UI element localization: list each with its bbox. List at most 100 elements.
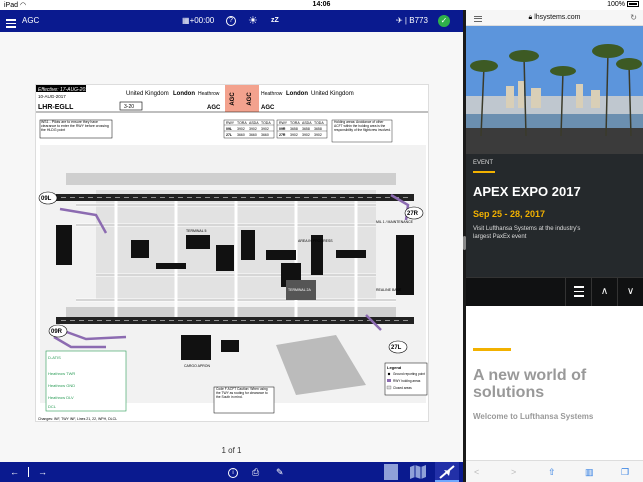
document-viewport[interactable]: Effective: 17-AUG-2017 10-AUG-2017 LHR-E…: [0, 32, 463, 462]
svg-text:3658: 3658: [314, 127, 322, 131]
sync-check-icon[interactable]: ✓: [438, 15, 450, 27]
svg-text:3902: 3902: [314, 133, 322, 137]
info-button[interactable]: i: [228, 462, 238, 482]
document-title: AGC: [22, 16, 40, 25]
chart-viewer-app: AGC ▦+00:00 ? ☀ zZ ✈ | B773 ✓ Effective:…: [0, 10, 463, 482]
svg-text:Heathrow DLV: Heathrow DLV: [48, 395, 74, 400]
svg-text:3902: 3902: [261, 127, 269, 131]
svg-text:3902: 3902: [302, 133, 310, 137]
document-icon[interactable]: [384, 464, 398, 480]
svg-text:3660: 3660: [249, 133, 257, 137]
status-bar: iPad ◠ 14:06 100%: [0, 0, 643, 10]
sleep-icon[interactable]: zZ: [271, 10, 279, 32]
print-icon[interactable]: ⎙: [252, 462, 259, 482]
frequency-box: [45, 350, 127, 412]
info-icon: i: [228, 467, 238, 478]
clearance-note: WS1 - Pilots are to ensure they have cle…: [41, 120, 109, 132]
battery-indicator: 100%: [607, 1, 639, 8]
effective-text: Effective: 17-AUG-2017: [38, 87, 91, 93]
maintenance-base-label: REALINE BASE: [376, 288, 402, 292]
svg-text:3658: 3658: [290, 127, 298, 131]
svg-text:DCL: DCL: [48, 404, 57, 409]
top-toolbar: AGC ▦+00:00 ? ☀ zZ ✈ | B773 ✓: [0, 10, 463, 32]
help-button[interactable]: ?: [226, 10, 236, 32]
svg-text:09L: 09L: [41, 196, 52, 202]
browser-forward-icon[interactable]: >: [511, 461, 516, 482]
svg-text:3902: 3902: [249, 127, 257, 131]
back-arrow-icon[interactable]: ←: [10, 462, 19, 482]
airport-left: Heathrow: [198, 91, 220, 97]
promo-subtitle: Welcome to Lufthansa Systems: [473, 412, 594, 421]
calendar-icon: ▦: [182, 16, 190, 25]
menu-icon-site[interactable]: [565, 278, 591, 306]
palm-trees-skyline-image: [466, 26, 643, 154]
browser-back-icon[interactable]: <: [474, 461, 479, 482]
airport-chart-tab-icon[interactable]: [435, 462, 459, 482]
carousel-controls: ∧ ∨: [466, 277, 643, 306]
chart-type-left: AGC: [207, 105, 221, 111]
svg-text:27R: 27R: [279, 133, 286, 137]
battery-icon: [627, 1, 639, 8]
tabs-icon[interactable]: ❐: [621, 461, 629, 482]
flight-selector[interactable]: ✈ | B773: [396, 10, 428, 32]
legend-item-closed: Closed areas: [393, 386, 412, 390]
terminal-2a-label: TERMINAL 2A: [288, 288, 311, 292]
svg-text:3660: 3660: [261, 133, 269, 137]
svg-text:09L: 09L: [226, 127, 233, 131]
svg-text:TODA: TODA: [314, 121, 324, 125]
hero-image: [466, 26, 643, 154]
city-left: London: [173, 91, 195, 97]
svg-text:3660: 3660: [237, 133, 245, 137]
holding-note: Holding areas: Avoidance of other ACFT w…: [334, 120, 391, 132]
terminal-5-label: TERMINAL 5: [186, 229, 207, 233]
page-indicator: 1 of 1: [221, 446, 242, 455]
svg-text:TORA: TORA: [290, 121, 300, 125]
svg-text:TORA: TORA: [237, 121, 247, 125]
reload-icon[interactable]: ↻: [630, 13, 637, 22]
svg-text:27R: 27R: [407, 211, 419, 217]
chart-type-right: AGC: [261, 105, 275, 111]
svg-text:27L: 27L: [226, 133, 233, 137]
event-title[interactable]: APEX EXPO 2017: [473, 184, 636, 199]
mil-maintenance-label: MIL 1 / MAINTENANCE: [376, 220, 414, 224]
safari-address-bar[interactable]: 🔒︎ lhsystems.com ↻: [466, 10, 643, 26]
cargo-apron-label: CARGO APRON: [184, 364, 211, 368]
event-description: Visit Lufthansa Systems at the industry'…: [473, 226, 581, 240]
forward-arrow-icon[interactable]: →: [38, 462, 47, 482]
share-icon[interactable]: ⇧: [548, 461, 556, 482]
airport-right: Heathrow: [261, 91, 283, 97]
pen-icon[interactable]: ✎: [276, 462, 284, 482]
lock-icon: 🔒︎: [528, 14, 533, 21]
safari-bottom-toolbar: < > ⇧ ▥ ❐: [466, 460, 643, 482]
bottom-toolbar: ← → i ⎙ ✎: [0, 462, 463, 482]
agc-badge-1: AGC: [230, 92, 236, 106]
svg-text:ASDA: ASDA: [249, 121, 259, 125]
time-offset-button[interactable]: ▦+00:00: [182, 10, 214, 32]
svg-text:TODA: TODA: [261, 121, 271, 125]
airport-chart[interactable]: Effective: 17-AUG-2017 10-AUG-2017 LHR-E…: [35, 84, 429, 422]
svg-text:09R: 09R: [51, 329, 63, 335]
airplane-icon: ✈: [396, 16, 403, 25]
works-area-label: AREA IN PROGRESS: [298, 239, 333, 243]
svg-text:Heathrow TWR: Heathrow TWR: [48, 371, 75, 376]
map-icon[interactable]: [409, 464, 427, 480]
legend-item-grp: Ground reporting point: [393, 372, 425, 376]
brightness-icon[interactable]: ☀: [248, 10, 258, 32]
chevron-up-icon[interactable]: ∧: [591, 278, 617, 306]
event-panel[interactable]: EVENT APEX EXPO 2017 Sep 25 - 28, 2017 V…: [466, 154, 643, 277]
legend-item-holding: RWY holding areas: [393, 379, 421, 383]
bookmarks-icon[interactable]: ▥: [585, 461, 594, 482]
svg-text:09R: 09R: [279, 127, 286, 131]
chevron-down-icon[interactable]: ∨: [617, 278, 643, 306]
menu-icon[interactable]: [6, 10, 18, 32]
chart-number: 3-20: [124, 104, 134, 110]
country-right: United Kingdom: [311, 91, 354, 97]
svg-text:Heathrow GND: Heathrow GND: [48, 383, 75, 388]
svg-text:27L: 27L: [391, 345, 402, 351]
event-accent-bar: [473, 171, 495, 173]
safari-browser: 🔒︎ lhsystems.com ↻ EVENT APEX EXPO 2017 …: [466, 10, 643, 482]
status-time: 14:06: [312, 1, 331, 8]
url-field[interactable]: 🔒︎ lhsystems.com: [466, 14, 643, 22]
runway-table-left: RWY TORA ASDA TODA 09L 3902 3902 3902 27…: [223, 119, 275, 139]
promo-accent-bar: [473, 348, 511, 351]
